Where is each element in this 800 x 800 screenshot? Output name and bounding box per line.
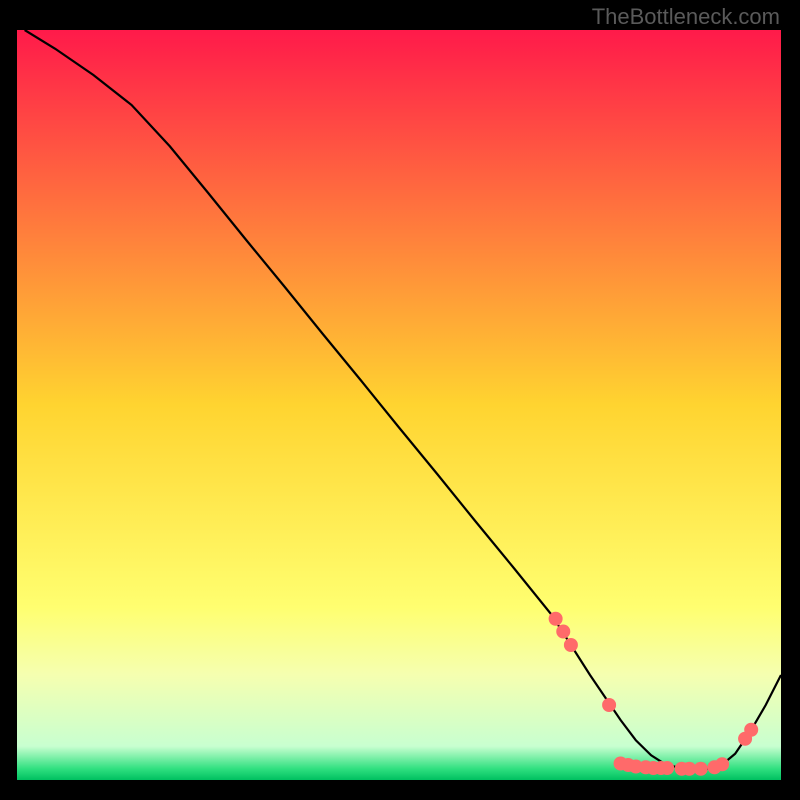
highlight-dot bbox=[602, 698, 616, 712]
highlight-dot bbox=[744, 723, 758, 737]
highlight-dot bbox=[549, 612, 563, 626]
gradient-background bbox=[17, 30, 781, 780]
highlight-dot bbox=[556, 625, 570, 639]
watermark-text: TheBottleneck.com bbox=[592, 4, 780, 30]
chart-area bbox=[17, 30, 781, 780]
highlight-dot bbox=[694, 762, 708, 776]
chart-svg bbox=[17, 30, 781, 780]
highlight-dot bbox=[660, 761, 674, 775]
highlight-dot bbox=[564, 638, 578, 652]
highlight-dot bbox=[715, 757, 729, 771]
